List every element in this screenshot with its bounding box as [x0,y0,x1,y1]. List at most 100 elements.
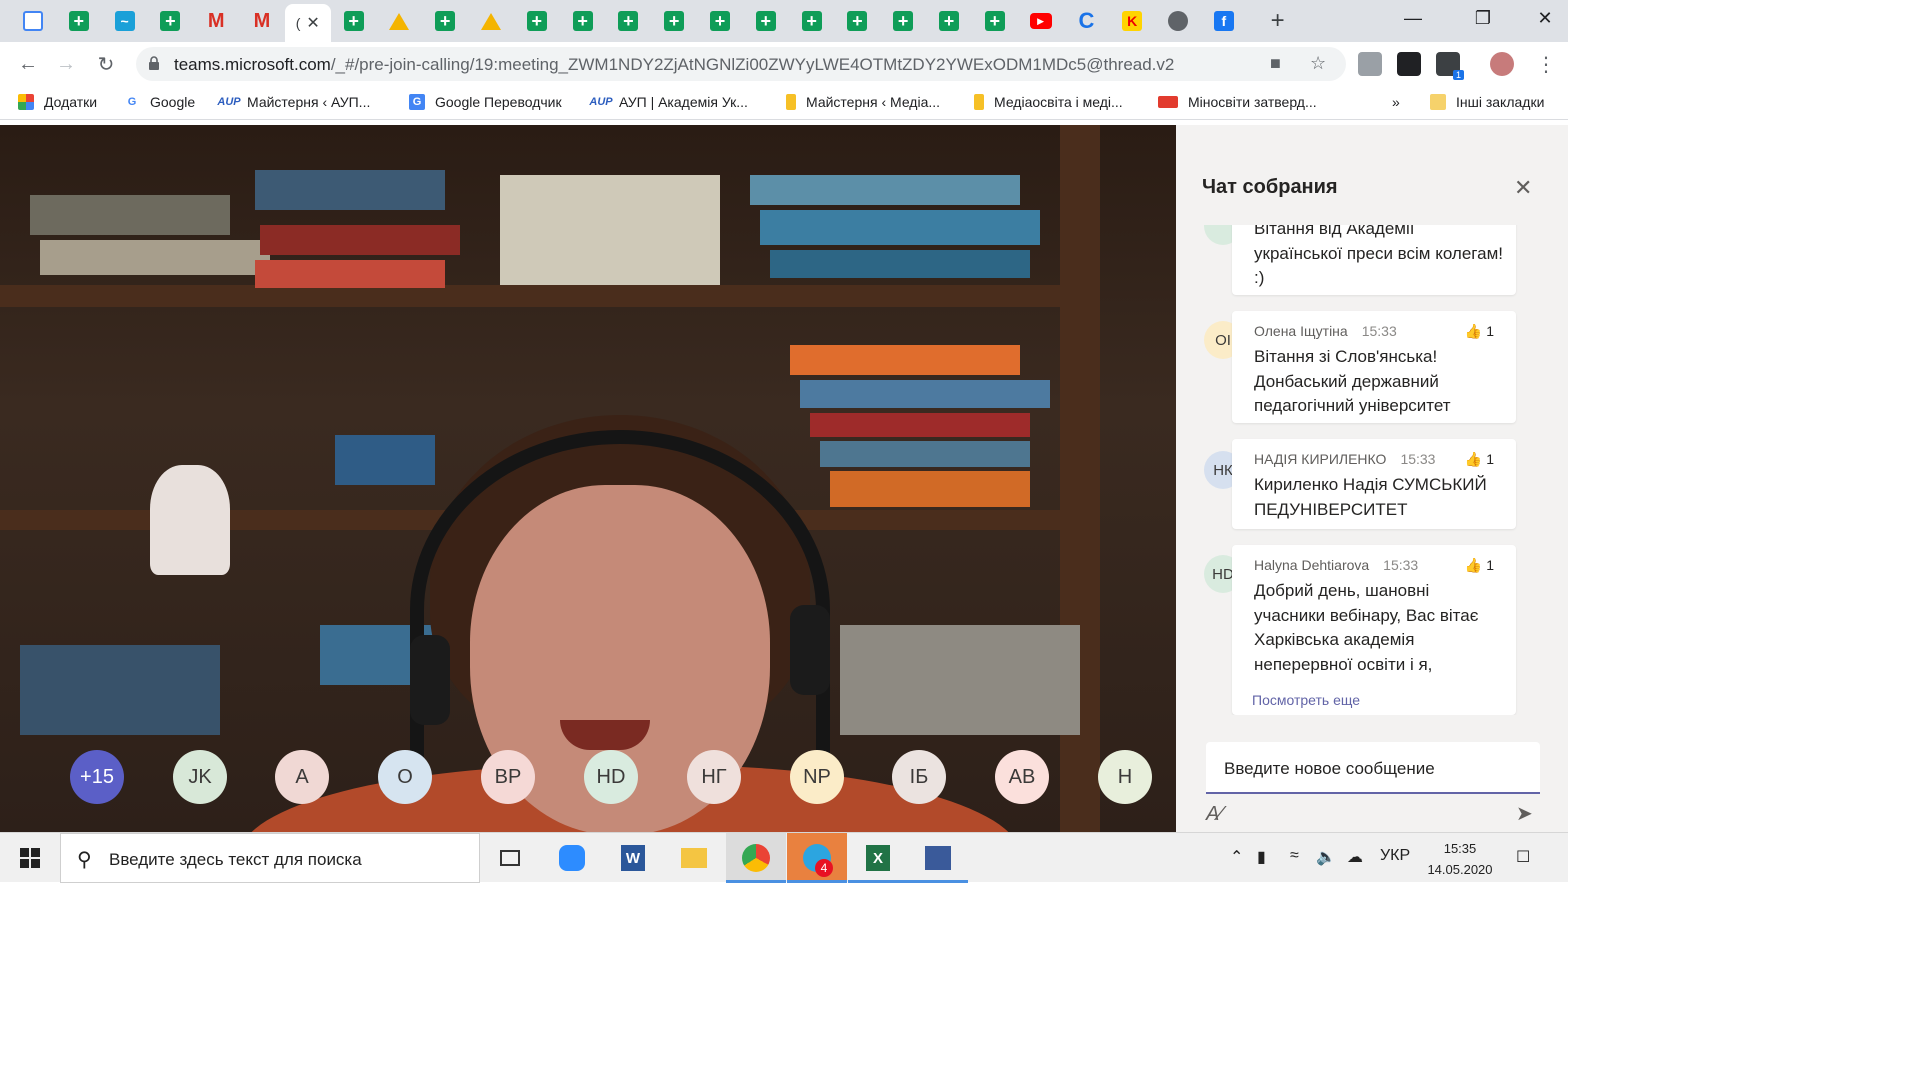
browser-tab[interactable] [14,6,52,36]
like-reaction[interactable]: 👍 1 [1465,323,1494,340]
participant-avatar[interactable]: O [378,750,432,804]
browser-tab[interactable]: C [1067,6,1105,36]
window-close-icon[interactable]: ✕ [1522,0,1568,36]
wifi-icon[interactable]: ≈ [1290,847,1299,865]
browser-tab[interactable]: M [197,6,235,36]
bookmark-apps[interactable]: Додатки [18,94,97,110]
explorer-icon[interactable] [664,833,724,883]
browser-tab[interactable] [518,6,556,36]
chat-message-list[interactable]: Вітання від Академії української преси в… [1176,225,1568,715]
browser-tab[interactable] [151,6,189,36]
browser-tab[interactable] [793,6,831,36]
new-tab-button[interactable]: + [1259,6,1297,36]
word-icon[interactable]: W [603,833,663,883]
telegram-icon[interactable]: 4 [787,833,847,883]
browser-tab[interactable] [335,6,373,36]
bookmark-star-icon[interactable]: ☆ [1310,53,1326,74]
language-indicator[interactable]: УКР [1380,847,1410,865]
participant-avatar[interactable]: JK [173,750,227,804]
browser-tab[interactable] [564,6,602,36]
browser-tab[interactable] [1159,6,1197,36]
restore-icon[interactable]: ❐ [1460,0,1506,36]
start-button[interactable] [0,833,60,883]
forward-icon[interactable]: → [52,50,80,78]
browser-tab[interactable] [701,6,739,36]
bookmark-other[interactable]: Інші закладки [1430,94,1544,110]
task-view-icon[interactable] [480,833,540,883]
excel-icon[interactable]: X [848,833,908,883]
profile-avatar[interactable] [1490,52,1514,76]
clock[interactable]: 15:35 14.05.2020 [1420,838,1500,880]
send-icon[interactable]: ➤ [1516,801,1533,826]
compose-box[interactable]: Введите новое сообщение [1206,742,1540,794]
browser-tab[interactable]: f [1205,6,1243,36]
participant-avatar[interactable]: NP [790,750,844,804]
browser-tab[interactable] [976,6,1014,36]
taskbar-search[interactable]: ⚲ Введите здесь текст для поиска [60,833,480,883]
participant-avatar[interactable]: AB [995,750,1049,804]
zoom-icon[interactable] [542,833,602,883]
chevron-up-icon[interactable]: ⌃ [1230,847,1243,867]
address-bar[interactable]: teams.microsoft.com/_#/pre-join-calling/… [136,47,1346,81]
menu-icon[interactable]: ⋮ [1532,50,1560,78]
chat-message[interactable]: Вітання від Академії української преси в… [1232,225,1516,295]
cloud-icon[interactable]: ☁ [1347,847,1363,867]
browser-tab[interactable] [747,6,785,36]
browser-tab[interactable]: ▶ [1022,6,1060,36]
participant-avatar[interactable]: H [1098,750,1152,804]
extension-box-icon[interactable]: 1 [1436,52,1464,80]
browser-tab[interactable] [60,6,98,36]
participant-avatar[interactable]: BP [481,750,535,804]
chat-message[interactable]: НАДІЯ КИРИЛЕНКО 15:33 👍 1 Кириленко Надія… [1232,439,1516,529]
bookmark-google[interactable]: G Google [124,94,195,110]
extension-profile-icon[interactable] [1358,52,1382,76]
notifications-icon[interactable]: ☐ [1516,847,1530,867]
browser-tab[interactable] [472,6,510,36]
chrome-icon[interactable] [726,833,786,883]
bookmark-media-workshop[interactable]: Майстерня ‹ Медіа... [786,94,940,110]
browser-tab[interactable] [609,6,647,36]
browser-tab[interactable]: (✕ [284,4,331,42]
bookmark-media-education[interactable]: Медіаосвіта і меді... [974,94,1123,110]
browser-tab[interactable] [655,6,693,36]
participant-avatar[interactable]: A [275,750,329,804]
bookmark-aup-workshop[interactable]: AUP Майстерня ‹ АУП... [217,94,370,110]
format-icon[interactable]: A⁄ [1206,803,1223,826]
participant-avatar[interactable]: ІБ [892,750,946,804]
back-icon[interactable]: ← [14,50,42,78]
battery-icon[interactable]: ▮ [1257,847,1266,867]
search-input[interactable]: Введите здесь текст для поиска [109,850,362,870]
bookmarks-overflow-button[interactable]: » [1392,94,1400,110]
volume-icon[interactable]: 🔈 [1316,847,1336,867]
browser-tab[interactable]: K [1113,6,1151,36]
ki-icon: K [1122,11,1143,31]
bookmark-minosvity[interactable]: Міносвіти затверд... [1158,94,1317,110]
reload-icon[interactable]: ↻ [92,50,120,78]
app-icon[interactable] [908,833,968,883]
browser-tab[interactable] [838,6,876,36]
avatar-initials: HD [596,765,626,788]
minimize-icon[interactable]: — [1390,0,1436,36]
browser-tab[interactable] [380,6,418,36]
more-participants-button[interactable]: +15 [70,750,124,804]
browser-tab[interactable]: ~ [106,6,144,36]
browser-tab[interactable] [884,6,922,36]
close-tab-icon[interactable]: ✕ [306,13,319,33]
chat-message[interactable]: Halyna Dehtiarova 15:33 👍 1 Добрий день, … [1232,545,1516,715]
browser-tab[interactable] [930,6,968,36]
participant-avatar[interactable]: НГ [687,750,741,804]
participant-avatar[interactable]: HD [584,750,638,804]
camera-blocked-icon[interactable]: ■ [1270,53,1281,74]
bookmark-google-translate[interactable]: G Google Переводчик [409,94,562,110]
chat-message[interactable]: Олена Іщутіна 15:33 👍 1 Вітання зі Слов'я… [1232,311,1516,423]
browser-tab[interactable] [426,6,464,36]
bookmark-aup-academy[interactable]: AUP АУП | Академія Ук... [589,94,747,110]
extension-mask-icon[interactable] [1397,52,1421,76]
url-path: /_#/pre-join-calling/19:meeting_ZWM1NDY2… [330,55,1175,74]
browser-tab[interactable]: M [243,6,281,36]
close-icon[interactable]: ✕ [1514,175,1532,201]
like-reaction[interactable]: 👍 1 [1465,451,1494,468]
see-more-link[interactable]: Посмотреть еще [1252,692,1360,708]
compose-input[interactable]: Введите новое сообщение [1224,759,1435,779]
like-reaction[interactable]: 👍 1 [1465,557,1494,574]
